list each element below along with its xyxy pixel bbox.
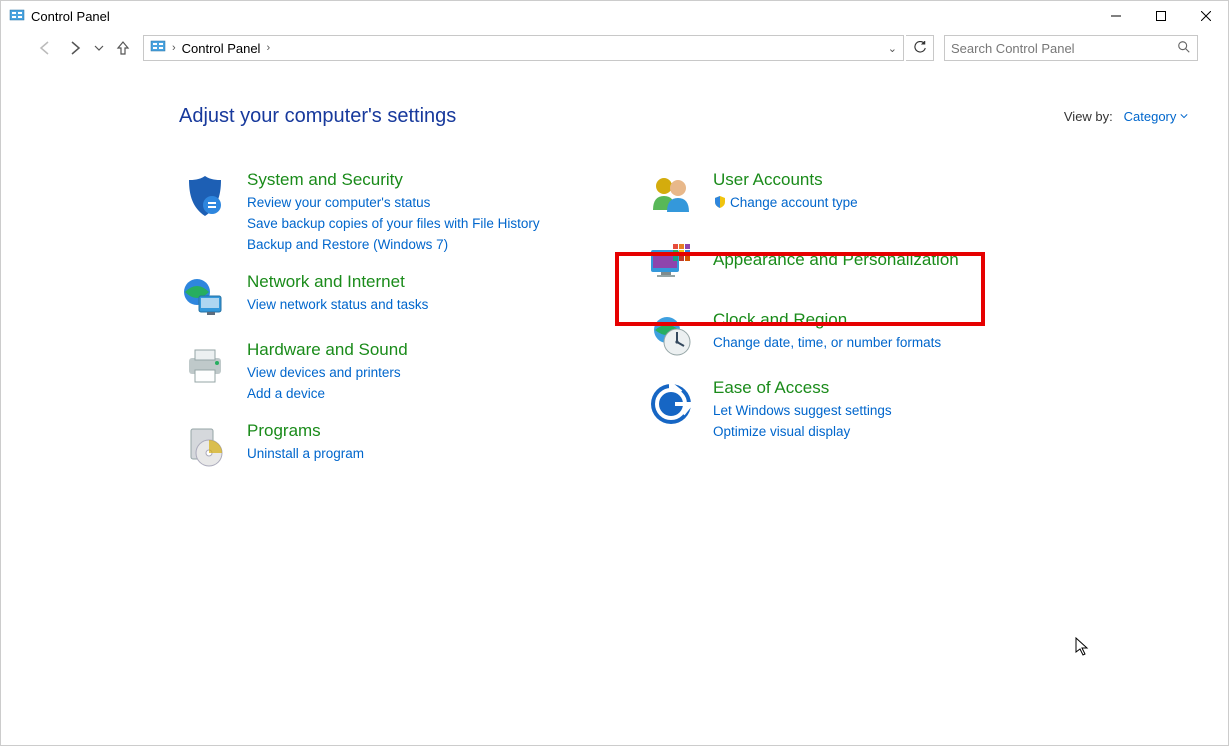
category-link[interactable]: Change account type bbox=[713, 193, 1085, 214]
cursor-icon bbox=[1075, 637, 1091, 657]
refresh-button[interactable] bbox=[906, 35, 934, 61]
category-title[interactable]: Hardware and Sound bbox=[247, 340, 619, 360]
printer-icon bbox=[179, 340, 231, 392]
back-button[interactable] bbox=[31, 34, 59, 62]
category-title[interactable]: System and Security bbox=[247, 170, 619, 190]
category-title[interactable]: Ease of Access bbox=[713, 378, 1085, 398]
category-column-right: User Accounts Change account type bbox=[645, 170, 1085, 489]
address-bar[interactable]: › Control Panel › ⌄ bbox=[143, 35, 904, 61]
monitor-colors-icon bbox=[645, 238, 697, 290]
category-hardware-and-sound: Hardware and Sound View devices and prin… bbox=[179, 340, 619, 405]
category-user-accounts: User Accounts Change account type bbox=[645, 170, 1085, 222]
category-link[interactable]: Optimize visual display bbox=[713, 422, 1085, 443]
categories: System and Security Review your computer… bbox=[179, 170, 1188, 489]
category-link[interactable]: Save backup copies of your files with Fi… bbox=[247, 214, 619, 235]
page-title: Adjust your computer's settings bbox=[179, 105, 456, 128]
category-title[interactable]: Clock and Region bbox=[713, 310, 1085, 330]
recent-locations-button[interactable] bbox=[91, 34, 107, 62]
title-bar: Control Panel bbox=[1, 1, 1228, 31]
category-clock-and-region: Clock and Region Change date, time, or n… bbox=[645, 310, 1085, 362]
category-title[interactable]: Appearance and Personalization bbox=[713, 250, 1085, 270]
category-appearance-and-personalization: Appearance and Personalization bbox=[645, 238, 1085, 290]
category-link[interactable]: Let Windows suggest settings bbox=[713, 401, 1085, 422]
category-programs: Programs Uninstall a program bbox=[179, 421, 619, 473]
category-network-and-internet: Network and Internet View network status… bbox=[179, 272, 619, 324]
category-link[interactable]: Backup and Restore (Windows 7) bbox=[247, 235, 619, 256]
chevron-right-icon[interactable]: › bbox=[172, 42, 176, 54]
view-by: View by: Category bbox=[1064, 109, 1188, 124]
search-icon[interactable] bbox=[1177, 40, 1191, 57]
forward-button[interactable] bbox=[61, 34, 89, 62]
category-link[interactable]: Uninstall a program bbox=[247, 444, 619, 465]
control-panel-icon bbox=[9, 8, 25, 24]
category-link[interactable]: View devices and printers bbox=[247, 363, 619, 384]
category-title[interactable]: User Accounts bbox=[713, 170, 1085, 190]
nav-toolbar: › Control Panel › ⌄ bbox=[1, 31, 1228, 65]
people-icon bbox=[645, 170, 697, 222]
content-header: Adjust your computer's settings View by:… bbox=[179, 105, 1188, 128]
view-by-dropdown[interactable]: Category bbox=[1124, 109, 1188, 124]
window: Control Panel bbox=[0, 0, 1229, 746]
breadcrumb[interactable]: Control Panel bbox=[182, 41, 261, 56]
category-title[interactable]: Network and Internet bbox=[247, 272, 619, 292]
window-controls bbox=[1093, 1, 1228, 31]
search-input[interactable] bbox=[951, 41, 1177, 56]
window-title: Control Panel bbox=[31, 9, 110, 24]
maximize-button[interactable] bbox=[1138, 1, 1183, 31]
chevron-right-icon[interactable]: › bbox=[266, 42, 270, 54]
close-button[interactable] bbox=[1183, 1, 1228, 31]
clock-globe-icon bbox=[645, 310, 697, 362]
globe-monitor-icon bbox=[179, 272, 231, 324]
search-box[interactable] bbox=[944, 35, 1198, 61]
category-column-left: System and Security Review your computer… bbox=[179, 170, 619, 489]
category-link[interactable]: Add a device bbox=[247, 384, 619, 405]
category-title[interactable]: Programs bbox=[247, 421, 619, 441]
category-link[interactable]: View network status and tasks bbox=[247, 295, 619, 316]
minimize-button[interactable] bbox=[1093, 1, 1138, 31]
category-system-and-security: System and Security Review your computer… bbox=[179, 170, 619, 256]
category-link[interactable]: Review your computer's status bbox=[247, 193, 619, 214]
category-ease-of-access: Ease of Access Let Windows suggest setti… bbox=[645, 378, 1085, 443]
address-dropdown-icon[interactable]: ⌄ bbox=[888, 42, 897, 55]
content-area: Adjust your computer's settings View by:… bbox=[1, 65, 1228, 489]
up-button[interactable] bbox=[109, 34, 137, 62]
uac-shield-icon bbox=[713, 195, 727, 209]
ease-of-access-icon bbox=[645, 378, 697, 430]
address-icon bbox=[150, 39, 166, 58]
category-link[interactable]: Change date, time, or number formats bbox=[713, 333, 1085, 354]
disc-box-icon bbox=[179, 421, 231, 473]
view-by-label: View by: bbox=[1064, 109, 1113, 124]
shield-icon bbox=[179, 170, 231, 222]
